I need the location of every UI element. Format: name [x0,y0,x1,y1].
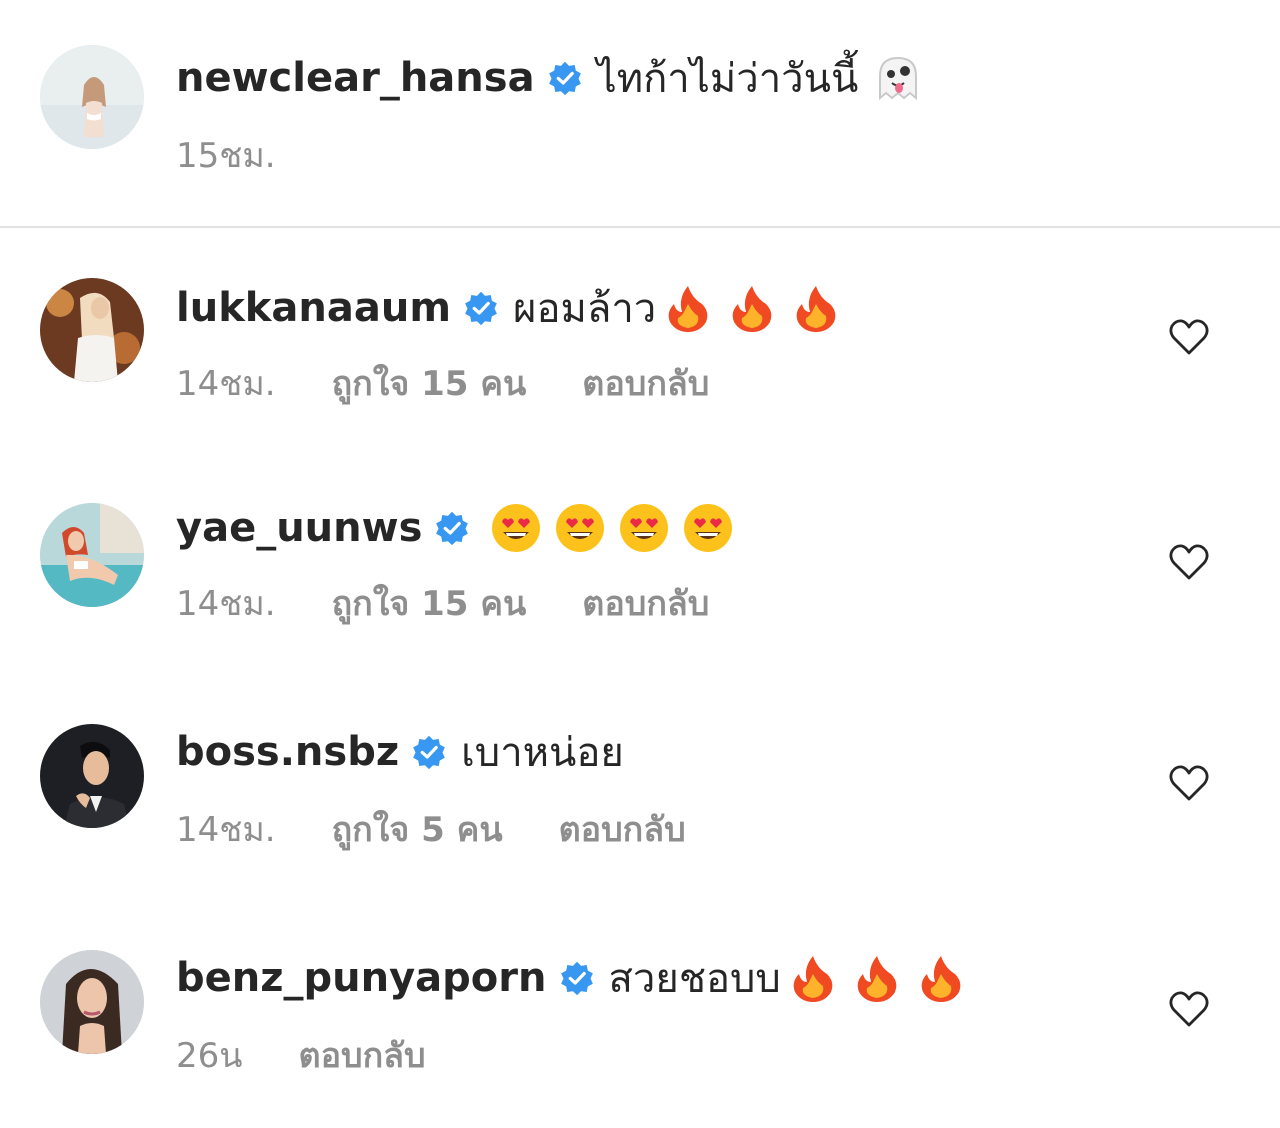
username[interactable]: yae_uunws [176,505,422,551]
comments-page: newclear_hansa ไทก้าไม่ว่าวันนี้ 15ชม. l… [0,0,1280,1128]
username[interactable]: lukkanaaum [176,285,451,331]
likes-count-link[interactable]: ถูกใจ 5 คน [332,802,503,856]
avatar[interactable] [40,950,144,1054]
heart-eyes-emoji [684,504,733,552]
heart-outline-icon[interactable] [1168,543,1210,581]
comment-text: ผอมล้าว [513,286,657,332]
likes-count-link[interactable]: ถูกใจ 15 คน [332,576,527,630]
reply-button[interactable]: ตอบกลับ [559,802,686,856]
caption-meta: 15ชม. [176,130,276,180]
reply-button[interactable]: ตอบกลับ [299,1028,426,1082]
heart-eyes-emoji [620,504,669,552]
comment-meta: 26น ตอบกลับ [176,1030,426,1080]
post-caption: newclear_hansa ไทก้าไม่ว่าวันนี้ 15ชม. [0,0,1280,228]
fire-emoji [857,956,897,1002]
timestamp: 26น [176,1036,243,1076]
comment-line: boss.nsbz เบาหน่อย [176,724,624,780]
comment-line: lukkanaaum ผอมล้าว [176,280,854,336]
fire-emoji [793,956,833,1002]
timestamp: 15ชม. [176,136,276,176]
heart-eyes-emoji [556,504,605,552]
reply-button[interactable]: ตอบกลับ [582,356,709,410]
avatar[interactable] [40,724,144,828]
verified-badge-icon [436,511,469,546]
heart-eyes-emoji [492,504,541,552]
ghost-emoji [879,56,918,101]
caption-line: newclear_hansa ไทก้าไม่ว่าวันนี้ [176,50,936,106]
verified-badge-icon [413,735,445,770]
caption-text: ไทก้าไม่ว่าวันนี้ [596,56,859,102]
verified-badge-icon [548,61,581,96]
fire-emoji [668,286,708,332]
comment-meta: 14ชม. ถูกใจ 15 คน ตอบกลับ [176,578,709,628]
comment-meta: 14ชม. ถูกใจ 5 คน ตอบกลับ [176,804,686,854]
timestamp: 14ชม. [176,364,276,404]
verified-badge-icon [465,291,497,326]
comment-text: เบาหน่อย [461,730,624,776]
heart-outline-icon[interactable] [1168,318,1210,356]
comment-line: benz_punyaporn สวยชอบบ [176,950,979,1006]
username[interactable]: newclear_hansa [176,55,535,101]
comment-meta: 14ชม. ถูกใจ 15 คน ตอบกลับ [176,358,709,408]
verified-badge-icon [560,961,593,996]
likes-count-link[interactable]: ถูกใจ 15 คน [332,356,527,410]
reply-button[interactable]: ตอบกลับ [582,576,709,630]
comment-line: yae_uunws [176,500,746,556]
timestamp: 14ชม. [176,810,276,850]
avatar[interactable] [40,278,144,382]
fire-emoji [732,286,772,332]
comment-text: สวยชอบบ [608,956,781,1002]
timestamp: 14ชม. [176,584,276,624]
username[interactable]: boss.nsbz [176,729,399,775]
avatar[interactable] [40,45,144,149]
heart-outline-icon[interactable] [1168,990,1210,1028]
fire-emoji [796,286,836,332]
avatar[interactable] [40,503,144,607]
fire-emoji [921,956,961,1002]
heart-outline-icon[interactable] [1168,764,1210,802]
username[interactable]: benz_punyaporn [176,955,547,1001]
